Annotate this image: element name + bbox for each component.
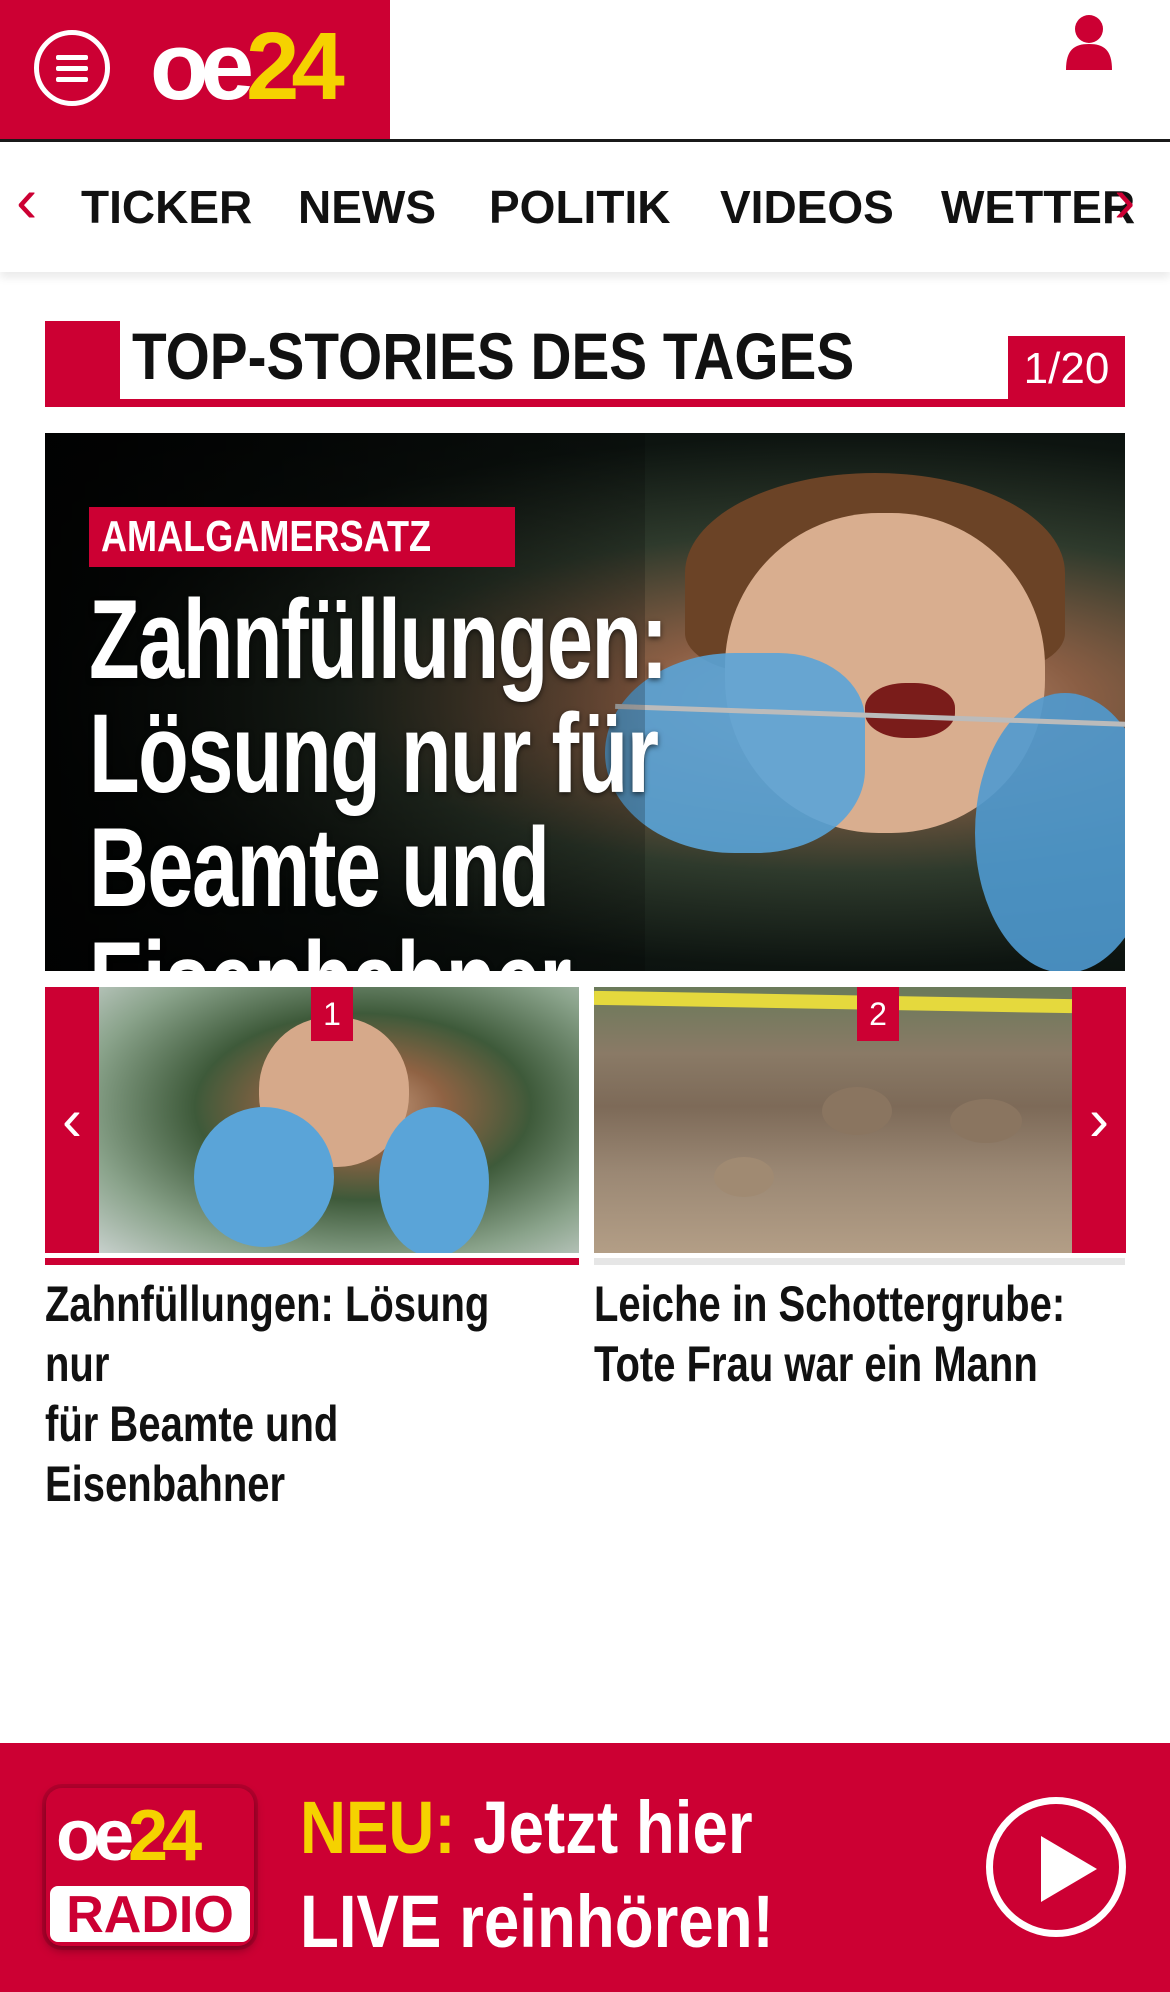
logo-area: oe24 <box>0 0 390 139</box>
user-account-icon[interactable] <box>1064 12 1114 72</box>
radio-logo-radio-label: RADIO <box>50 1886 250 1944</box>
thumb-number-badge-2: 2 <box>857 987 899 1041</box>
hero-headline[interactable]: Zahnfüllungen: Lösung nur für Beamte und… <box>89 577 1051 972</box>
nav-item-ticker[interactable]: TICKER <box>81 180 252 234</box>
carousel-prev-chevron-icon[interactable]: ‹ <box>45 987 99 1253</box>
caption-1-line3: Eisenbahner <box>45 1456 286 1512</box>
nav-item-politik[interactable]: POLITIK <box>489 180 670 234</box>
logo-24-text: 24 <box>246 13 345 120</box>
thumb2-image-rock <box>950 1099 1022 1143</box>
caption-1-line2: für Beamte und <box>45 1396 339 1452</box>
section-underline <box>45 399 1125 407</box>
carousel-next-chevron-icon[interactable]: › <box>1072 987 1126 1253</box>
site-header: oe24 <box>0 0 1170 142</box>
hamburger-menu-icon[interactable] <box>34 30 110 106</box>
category-nav: ‹ TICKER NEWS POLITIK VIDEOS WETTER › <box>0 142 1170 272</box>
radio-logo-oe24: oe24 <box>56 1796 202 1876</box>
radio-line1-rest: Jetzt hier <box>455 1786 753 1869</box>
play-icon[interactable] <box>986 1797 1126 1937</box>
radio-logo-24: 24 <box>128 1796 202 1876</box>
radio-logo-oe: oe <box>56 1796 134 1876</box>
thumb-number-badge-1: 1 <box>311 987 353 1041</box>
thumb1-image-glove-right <box>379 1107 489 1253</box>
thumb2-image-rock <box>714 1157 774 1197</box>
story-counter: 1/20 <box>1008 336 1125 399</box>
thumb2-image-rock <box>822 1087 892 1135</box>
hero-kicker-text: AMALGAMERSATZ <box>101 512 432 561</box>
nav-item-news[interactable]: NEWS <box>298 180 436 234</box>
thumb2-image-police-tape <box>594 990 1072 1014</box>
hero-kicker-badge: AMALGAMERSATZ <box>89 507 516 567</box>
oe24-logo[interactable]: oe24 <box>150 19 345 115</box>
caption-1-line1: Zahnfüllungen: Lösung nur <box>45 1276 490 1392</box>
hero-headline-line2: Lösung nur für <box>89 691 659 816</box>
nav-next-chevron-icon[interactable]: › <box>1114 168 1135 232</box>
radio-banner[interactable]: oe24 RADIO NEU: Jetzt hier LIVE reinhöre… <box>0 1743 1170 1992</box>
caption-2-line2: Tote Frau war ein Mann <box>594 1336 1038 1392</box>
caption-2-line1: Leiche in Schottergrube: <box>594 1276 1066 1332</box>
carousel-thumb-2[interactable] <box>594 987 1072 1253</box>
thumb-1-active-underline <box>45 1258 579 1265</box>
thumb-2-underline <box>594 1258 1125 1265</box>
carousel-caption-2[interactable]: Leiche in Schottergrube: Tote Frau war e… <box>594 1274 1106 1394</box>
nav-prev-chevron-icon[interactable]: ‹ <box>16 168 37 232</box>
radio-neu-label: NEU: <box>300 1786 456 1869</box>
oe24-radio-logo: oe24 RADIO <box>46 1788 254 1946</box>
hero-story[interactable]: AMALGAMERSATZ Zahnfüllungen: Lösung nur … <box>45 433 1125 971</box>
radio-promo-text[interactable]: NEU: Jetzt hier LIVE reinhören! <box>300 1781 774 1969</box>
section-accent-block <box>45 321 120 407</box>
logo-oe-text: oe <box>150 13 254 120</box>
hero-headline-line3: Beamte und Eisenbahner <box>89 805 572 972</box>
carousel-caption-1[interactable]: Zahnfüllungen: Lösung nur für Beamte und… <box>45 1274 557 1514</box>
hero-headline-line1: Zahnfüllungen: <box>89 577 668 702</box>
nav-item-videos[interactable]: VIDEOS <box>720 180 894 234</box>
radio-line2: LIVE reinhören! <box>300 1880 774 1963</box>
section-title: TOP-STORIES DES TAGES <box>132 319 855 393</box>
thumb1-image-glove-left <box>194 1107 334 1247</box>
nav-item-wetter[interactable]: WETTER <box>941 180 1135 234</box>
